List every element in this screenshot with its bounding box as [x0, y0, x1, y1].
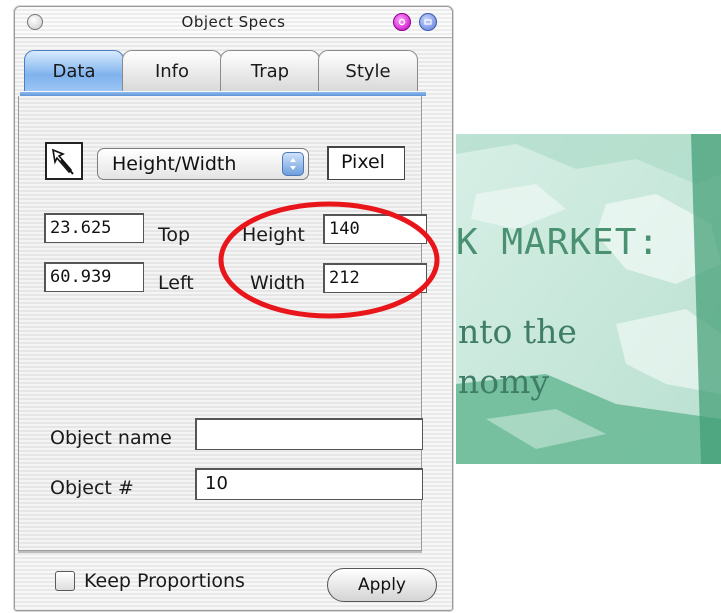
- window-title: Object Specs: [181, 13, 286, 31]
- top-field[interactable]: 23.625: [44, 213, 144, 243]
- banner-artwork: [456, 134, 721, 464]
- dimension-mode-select[interactable]: Height/Width: [97, 148, 309, 180]
- apply-button[interactable]: Apply: [327, 568, 437, 602]
- zoom-icon[interactable]: [419, 13, 437, 31]
- keep-proportions-label: Keep Proportions: [84, 570, 245, 592]
- tab-style[interactable]: Style: [318, 50, 418, 91]
- object-name-label: Object name: [50, 427, 172, 449]
- object-name-field[interactable]: [195, 418, 423, 450]
- top-label: Top: [158, 224, 191, 246]
- unit-field[interactable]: Pixel: [327, 146, 405, 180]
- tab-data[interactable]: Data: [24, 50, 124, 91]
- banner-headline: K MARKET:: [456, 222, 661, 263]
- dimension-mode-value: Height/Width: [112, 153, 237, 175]
- object-number-label: Object #: [50, 477, 134, 499]
- banner-line-2: nomy: [458, 362, 550, 401]
- title-bar[interactable]: Object Specs: [15, 7, 452, 38]
- left-field[interactable]: 60.939: [44, 262, 144, 292]
- tab-trap[interactable]: Trap: [220, 50, 320, 91]
- collapse-icon[interactable]: [393, 13, 411, 31]
- highlight-ellipse: [218, 201, 440, 319]
- left-label: Left: [158, 272, 194, 294]
- banner-line-1: nto the: [458, 312, 577, 351]
- pointer-tool-icon[interactable]: [45, 142, 83, 180]
- tab-info[interactable]: Info: [122, 50, 222, 91]
- background-banner-image: K MARKET: nto the nomy: [456, 134, 721, 464]
- popup-arrows-icon: [282, 152, 304, 176]
- tab-bar: Data Info Trap Style: [20, 50, 424, 92]
- keep-proportions-checkbox[interactable]: [55, 571, 75, 591]
- object-number-field[interactable]: 10: [195, 468, 423, 500]
